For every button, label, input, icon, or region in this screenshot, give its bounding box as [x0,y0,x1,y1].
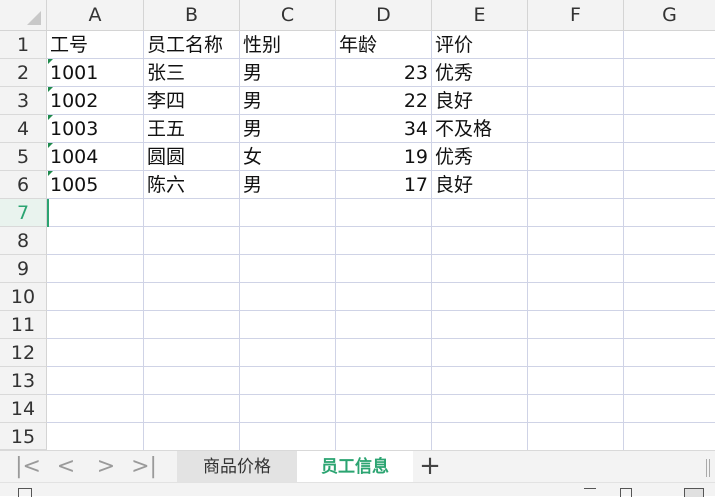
cell-d1[interactable]: 年龄 [336,31,431,58]
gridline [47,366,715,367]
cell-d4[interactable]: 34 [336,115,431,142]
gridline [47,422,715,423]
row-header-7[interactable]: 7 [0,199,47,227]
cell-e6[interactable]: 良好 [432,171,527,198]
cell-d6[interactable]: 17 [336,171,431,198]
gridline [47,310,715,311]
select-all-corner[interactable] [0,0,47,31]
cell-d2[interactable]: 23 [336,59,431,86]
cell-b6[interactable]: 陈六 [144,171,239,198]
gridline [527,31,528,450]
row-header-1[interactable]: 1 [0,31,47,59]
status-bar [0,482,715,497]
row-header-3[interactable]: 3 [0,87,47,115]
col-header-d[interactable]: D [336,0,432,31]
tab-employee-info[interactable]: 员工信息 [297,451,413,483]
col-header-a[interactable]: A [47,0,144,31]
row-header-11[interactable]: 11 [0,311,47,339]
cell-e2[interactable]: 优秀 [432,59,527,86]
row-header-14[interactable]: 14 [0,395,47,423]
first-sheet-button[interactable]: |< [10,451,46,483]
cell-c1[interactable]: 性别 [240,31,335,58]
cell-e3[interactable]: 良好 [432,87,527,114]
cell-c4[interactable]: 男 [240,115,335,142]
cell-a6[interactable]: 1005 [47,171,143,198]
cell-b5[interactable]: 圆圆 [144,143,239,170]
cell-b3[interactable]: 李四 [144,87,239,114]
col-header-b[interactable]: B [144,0,240,31]
cell-b2[interactable]: 张三 [144,59,239,86]
cell-c6[interactable]: 男 [240,171,335,198]
row-header-10[interactable]: 10 [0,283,47,311]
cell-a2[interactable]: 1001 [47,59,143,86]
row-header-4[interactable]: 4 [0,115,47,143]
prev-sheet-button[interactable]: < [48,451,84,483]
last-sheet-button[interactable]: >| [126,451,162,483]
cell-e4[interactable]: 不及格 [432,115,527,142]
gridline [47,282,715,283]
row-header-9[interactable]: 9 [0,255,47,283]
cell-a4[interactable]: 1003 [47,115,143,142]
row-header-5[interactable]: 5 [0,143,47,171]
cell-b1[interactable]: 员工名称 [144,31,239,58]
cell-a5[interactable]: 1004 [47,143,143,170]
next-sheet-button[interactable]: > [88,451,124,483]
cell-c3[interactable]: 男 [240,87,335,114]
cell-a1[interactable]: 工号 [47,31,143,58]
cell-d3[interactable]: 22 [336,87,431,114]
cell-c5[interactable]: 女 [240,143,335,170]
row-header-6[interactable]: 6 [0,171,47,199]
tab-product-price[interactable]: 商品价格 [177,451,297,483]
cell-e1[interactable]: 评价 [432,31,527,58]
gridline [623,31,624,450]
row-header-2[interactable]: 2 [0,59,47,87]
select-all-icon [27,11,41,25]
col-header-g[interactable]: G [624,0,715,31]
spreadsheet-grid: A B C D E F G 1 2 3 4 5 6 7 8 9 10 11 12… [0,0,715,450]
col-header-f[interactable]: F [528,0,624,31]
sheet-tab-bar: |< < > >| 商品价格 员工信息 + [0,450,715,483]
add-sheet-button[interactable]: + [415,451,445,483]
gridline [47,394,715,395]
row-header-13[interactable]: 13 [0,367,47,395]
gridline [47,198,715,199]
gridline [47,226,715,227]
row-header-8[interactable]: 8 [0,227,47,255]
cell-b4[interactable]: 王五 [144,115,239,142]
cell-c2[interactable]: 男 [240,59,335,86]
row-header-15[interactable]: 15 [0,423,47,450]
col-header-c[interactable]: C [240,0,336,31]
gridline [47,254,715,255]
gridline [47,338,715,339]
cell-d5[interactable]: 19 [336,143,431,170]
cell-a3[interactable]: 1002 [47,87,143,114]
col-header-e[interactable]: E [432,0,528,31]
cell-e5[interactable]: 优秀 [432,143,527,170]
row-header-12[interactable]: 12 [0,339,47,367]
tab-resize-handle[interactable] [706,459,710,477]
active-cell-a7[interactable] [47,199,144,227]
